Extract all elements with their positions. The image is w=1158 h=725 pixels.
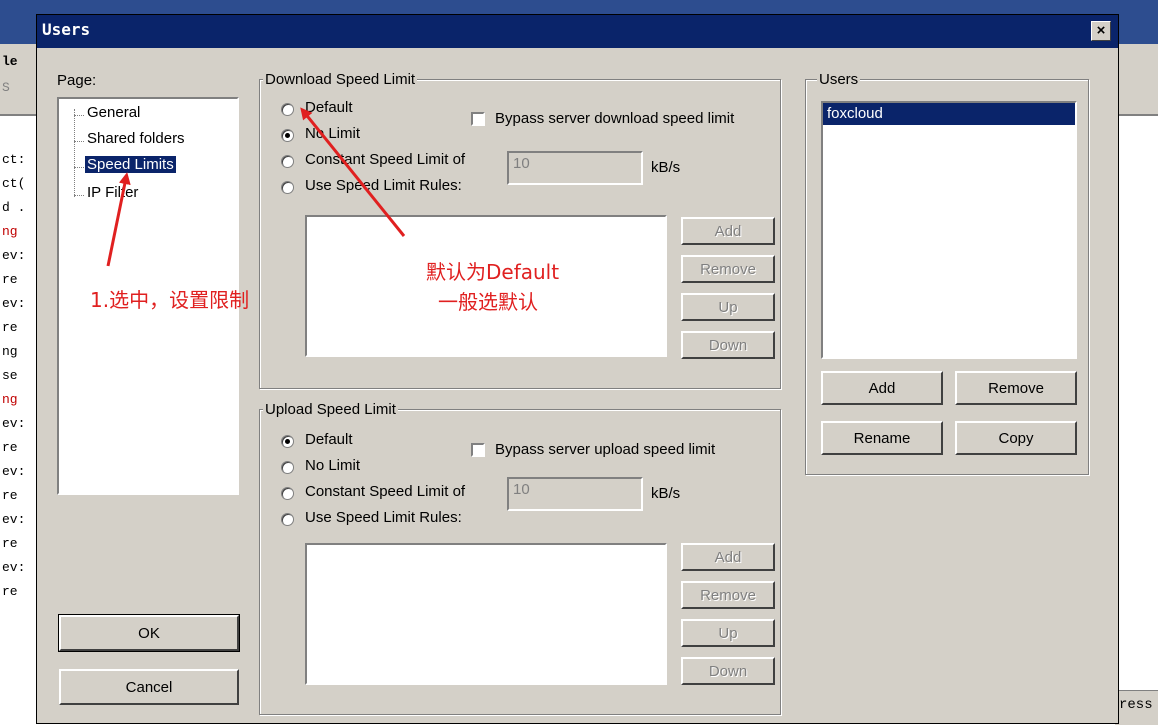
log-line: re (2, 320, 18, 335)
log-line: re (2, 584, 18, 599)
upload-constant-label[interactable]: Constant Speed Limit of (305, 483, 465, 500)
download-nolimit-radio[interactable] (281, 129, 294, 142)
dialog-titlebar[interactable]: Users × (37, 15, 1118, 48)
upload-default-radio[interactable] (281, 435, 294, 448)
user-list-item[interactable]: foxcloud (823, 103, 1075, 125)
log-line: ev: (2, 464, 26, 479)
download-rules-radio[interactable] (281, 181, 294, 194)
users-group-label: Users (817, 71, 861, 88)
download-add-button[interactable]: Add (681, 217, 775, 245)
tree-connector (74, 109, 75, 197)
upload-default-label[interactable]: Default (305, 431, 353, 448)
annotation-default-note-2: 一般选默认 (438, 290, 538, 314)
tree-connector (74, 141, 84, 142)
download-unit-label: kB/s (651, 159, 681, 176)
log-line: le (2, 54, 18, 69)
log-line: re (2, 536, 18, 551)
page-label: Page: (57, 72, 97, 89)
background-right-panel (1115, 116, 1158, 724)
upload-nolimit-radio[interactable] (281, 461, 294, 474)
background-statusbar: ress (1115, 690, 1158, 725)
log-line: ng (2, 344, 18, 359)
log-line: ev: (2, 296, 26, 311)
download-constant-radio[interactable] (281, 155, 294, 168)
log-line: ev: (2, 248, 26, 263)
status-text: ress (1119, 697, 1153, 713)
download-down-button[interactable]: Down (681, 331, 775, 359)
users-dialog: Users × Page: General Shared folders Spe… (36, 14, 1119, 724)
dialog-title: Users (42, 20, 91, 39)
tree-item-shared-folders[interactable]: Shared folders (87, 130, 185, 147)
upload-unit-label: kB/s (651, 485, 681, 502)
upload-limit-input[interactable]: 10 (507, 477, 643, 511)
background-log-panel: le S ct: ct( d . ng ev: re ev: re ng se … (0, 54, 40, 724)
rename-user-button[interactable]: Rename (821, 421, 943, 455)
download-default-radio[interactable] (281, 103, 294, 116)
upload-add-button[interactable]: Add (681, 543, 775, 571)
upload-constant-radio[interactable] (281, 487, 294, 500)
upload-rules-label[interactable]: Use Speed Limit Rules: (305, 509, 462, 526)
log-line: se (2, 368, 18, 383)
annotation-step1: 1.选中，设置限制 (90, 288, 250, 312)
log-line: re (2, 440, 18, 455)
log-line: ct( (2, 176, 26, 191)
tree-item-general[interactable]: General (87, 104, 140, 121)
add-user-button[interactable]: Add (821, 371, 943, 405)
download-bypass-checkbox[interactable] (471, 112, 485, 126)
upload-rules-list[interactable] (305, 543, 667, 685)
log-line: d . (2, 200, 26, 215)
upload-up-button[interactable]: Up (681, 619, 775, 647)
download-nolimit-label[interactable]: No Limit (305, 125, 360, 142)
log-line: ng (2, 224, 18, 239)
download-up-button[interactable]: Up (681, 293, 775, 321)
users-list[interactable]: foxcloud (821, 101, 1077, 359)
annotation-default-note-1: 默认为Default (426, 260, 560, 284)
log-line: ev: (2, 560, 26, 575)
upload-bypass-label[interactable]: Bypass server upload speed limit (495, 441, 715, 458)
upload-group-label: Upload Speed Limit (263, 401, 398, 418)
log-line: ev: (2, 416, 26, 431)
close-button[interactable]: × (1091, 21, 1111, 41)
ok-button[interactable]: OK (58, 614, 240, 652)
tree-connector (74, 115, 84, 116)
download-limit-input[interactable]: 10 (507, 151, 643, 185)
tree-item-ip-filter[interactable]: IP Filter (87, 184, 138, 201)
log-line: ev: (2, 512, 26, 527)
tree-connector (74, 167, 84, 168)
upload-nolimit-label[interactable]: No Limit (305, 457, 360, 474)
download-constant-label[interactable]: Constant Speed Limit of (305, 151, 465, 168)
upload-remove-button[interactable]: Remove (681, 581, 775, 609)
download-rules-label[interactable]: Use Speed Limit Rules: (305, 177, 462, 194)
remove-user-button[interactable]: Remove (955, 371, 1077, 405)
upload-bypass-checkbox[interactable] (471, 443, 485, 457)
upload-rules-radio[interactable] (281, 513, 294, 526)
download-bypass-label[interactable]: Bypass server download speed limit (495, 110, 734, 127)
log-line: ct: (2, 152, 26, 167)
tree-item-speed-limits[interactable]: Speed Limits (85, 156, 176, 173)
tree-connector (74, 195, 84, 196)
log-line: re (2, 488, 18, 503)
log-line: re (2, 272, 18, 287)
download-group-label: Download Speed Limit (263, 71, 418, 88)
upload-down-button[interactable]: Down (681, 657, 775, 685)
download-remove-button[interactable]: Remove (681, 255, 775, 283)
copy-user-button[interactable]: Copy (955, 421, 1077, 455)
download-default-label[interactable]: Default (305, 99, 353, 116)
cancel-button[interactable]: Cancel (59, 669, 239, 705)
log-line: ng (2, 392, 18, 407)
log-line: S (2, 80, 10, 95)
